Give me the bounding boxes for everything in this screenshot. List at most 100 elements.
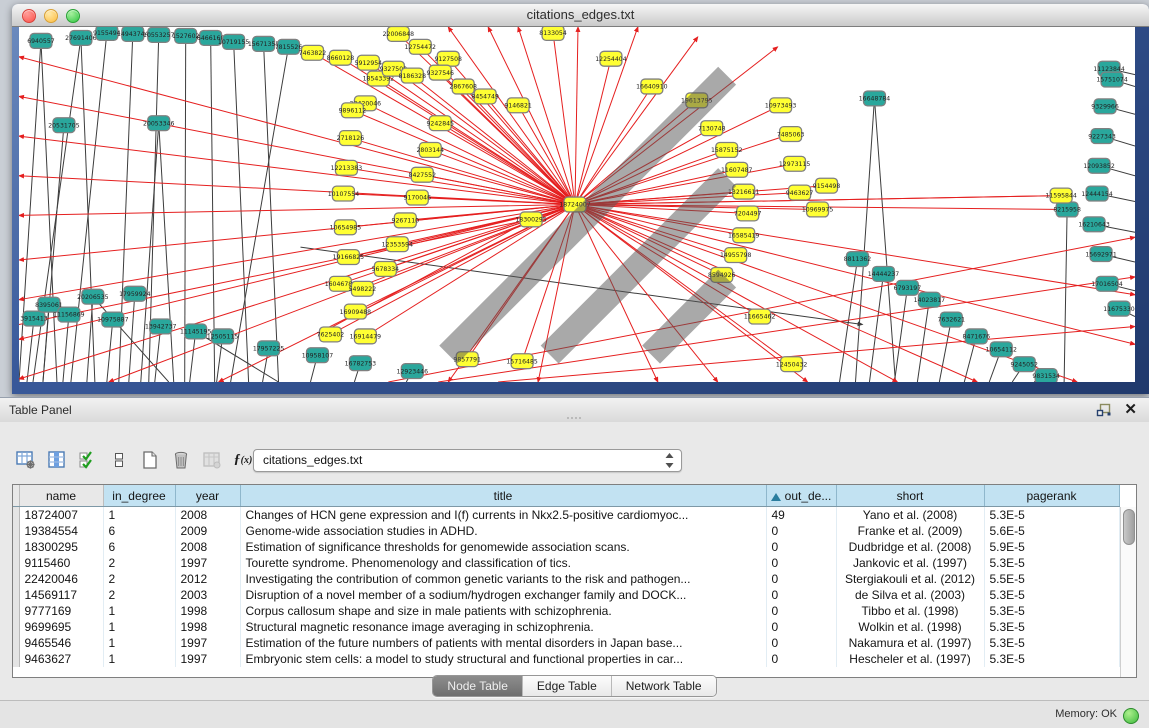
- cell[interactable]: 0: [766, 603, 836, 619]
- cell[interactable]: Franke et al. (2009): [836, 523, 984, 539]
- cell[interactable]: 2: [103, 571, 175, 587]
- node-table-grid[interactable]: namein_degreeyeartitleout_de...shortpage…: [13, 485, 1120, 667]
- cell[interactable]: 1998: [175, 619, 240, 635]
- cell[interactable]: 1: [103, 507, 175, 524]
- cell[interactable]: Investigating the contribution of common…: [240, 571, 766, 587]
- cell[interactable]: 1997: [175, 635, 240, 651]
- float-window-icon[interactable]: [1096, 403, 1112, 418]
- table-row[interactable]: 2242004622012Investigating the contribut…: [13, 571, 1119, 587]
- cell[interactable]: 0: [766, 635, 836, 651]
- delete-table-icon[interactable]: [171, 450, 191, 470]
- cell[interactable]: 6: [103, 523, 175, 539]
- table-row[interactable]: 946362711997Embryonic stem cells: a mode…: [13, 651, 1119, 667]
- cell[interactable]: Genome-wide association studies in ADHD.: [240, 523, 766, 539]
- tab-network-table[interactable]: Network Table: [612, 676, 716, 696]
- cell[interactable]: 19384554: [19, 523, 103, 539]
- cell[interactable]: 2012: [175, 571, 240, 587]
- import-table-icon[interactable]: [202, 450, 222, 470]
- resize-grip-icon[interactable]: [19, 27, 1133, 380]
- cell[interactable]: Changes of HCN gene expression and I(f) …: [240, 507, 766, 524]
- cell[interactable]: Embryonic stem cells: a model to study s…: [240, 651, 766, 667]
- cell[interactable]: 9777169: [19, 603, 103, 619]
- splitter-handle-icon[interactable]: [566, 416, 582, 420]
- cell[interactable]: Disruption of a novel member of a sodium…: [240, 587, 766, 603]
- cell[interactable]: Tibbo et al. (1998): [836, 603, 984, 619]
- tab-edge-table[interactable]: Edge Table: [523, 676, 612, 696]
- cell[interactable]: 5.9E-5: [984, 539, 1119, 555]
- cell[interactable]: Nakamura et al. (1997): [836, 635, 984, 651]
- cell[interactable]: Hescheler et al. (1997): [836, 651, 984, 667]
- cell[interactable]: 5.3E-5: [984, 555, 1119, 571]
- cell[interactable]: 9465546: [19, 635, 103, 651]
- column-header-in_degree[interactable]: in_degree: [103, 485, 175, 507]
- cell[interactable]: 1: [103, 603, 175, 619]
- function-builder-icon[interactable]: ƒ(x): [233, 450, 253, 470]
- cell[interactable]: 0: [766, 571, 836, 587]
- cell[interactable]: 1997: [175, 651, 240, 667]
- cell[interactable]: 9463627: [19, 651, 103, 667]
- tab-node-table[interactable]: Node Table: [433, 676, 523, 696]
- cell[interactable]: Dudbridge et al. (2008): [836, 539, 984, 555]
- cell[interactable]: 5.3E-5: [984, 507, 1119, 524]
- close-panel-icon[interactable]: ✕: [1124, 401, 1137, 419]
- cell[interactable]: 5.3E-5: [984, 587, 1119, 603]
- cell[interactable]: 1: [103, 651, 175, 667]
- cell[interactable]: 5.3E-5: [984, 651, 1119, 667]
- scrollbar-thumb[interactable]: [1123, 509, 1135, 545]
- cell[interactable]: Tourette syndrome. Phenomenology and cla…: [240, 555, 766, 571]
- table-row[interactable]: 1938455462009Genome-wide association stu…: [13, 523, 1119, 539]
- column-header-out_de[interactable]: out_de...: [766, 485, 836, 507]
- table-row[interactable]: 977716911998Corpus callosum shape and si…: [13, 603, 1119, 619]
- cell[interactable]: 2008: [175, 539, 240, 555]
- cell[interactable]: 5.6E-5: [984, 523, 1119, 539]
- vertical-scrollbar[interactable]: [1120, 507, 1136, 677]
- table-row[interactable]: 911546021997Tourette syndrome. Phenomeno…: [13, 555, 1119, 571]
- cell[interactable]: 5.3E-5: [984, 619, 1119, 635]
- column-visibility-icon[interactable]: [47, 450, 67, 470]
- table-source-dropdown[interactable]: citations_edges.txt: [253, 449, 682, 472]
- cell[interactable]: 2009: [175, 523, 240, 539]
- table-row[interactable]: 1830029562008Estimation of significance …: [13, 539, 1119, 555]
- cell[interactable]: Wolkin et al. (1998): [836, 619, 984, 635]
- select-all-icon[interactable]: [78, 450, 98, 470]
- cell[interactable]: 49: [766, 507, 836, 524]
- column-header-short[interactable]: short: [836, 485, 984, 507]
- cell[interactable]: 18724007: [19, 507, 103, 524]
- table-row[interactable]: 969969511998Structural magnetic resonanc…: [13, 619, 1119, 635]
- cell[interactable]: 1997: [175, 555, 240, 571]
- column-header-name[interactable]: name: [19, 485, 103, 507]
- cell[interactable]: 6: [103, 539, 175, 555]
- table-settings-icon[interactable]: [16, 450, 36, 470]
- cell[interactable]: 1: [103, 619, 175, 635]
- cell[interactable]: Jankovic et al. (1997): [836, 555, 984, 571]
- cell[interactable]: Estimation of significance thresholds fo…: [240, 539, 766, 555]
- new-table-icon[interactable]: [140, 450, 160, 470]
- column-header-year[interactable]: year: [175, 485, 240, 507]
- cell[interactable]: 22420046: [19, 571, 103, 587]
- column-header-title[interactable]: title: [240, 485, 766, 507]
- cell[interactable]: 2: [103, 555, 175, 571]
- cell[interactable]: Structural magnetic resonance image aver…: [240, 619, 766, 635]
- network-window-titlebar[interactable]: citations_edges.txt: [12, 4, 1149, 27]
- cell[interactable]: 5.3E-5: [984, 603, 1119, 619]
- cell[interactable]: Yano et al. (2008): [836, 507, 984, 524]
- table-row[interactable]: 1456911722003Disruption of a novel membe…: [13, 587, 1119, 603]
- column-header-pagerank[interactable]: pagerank: [984, 485, 1119, 507]
- cell[interactable]: de Silva et al. (2003): [836, 587, 984, 603]
- cell[interactable]: 9699695: [19, 619, 103, 635]
- cell[interactable]: 1998: [175, 603, 240, 619]
- cell[interactable]: 14569117: [19, 587, 103, 603]
- cell[interactable]: 0: [766, 619, 836, 635]
- rows-icon[interactable]: [109, 450, 129, 470]
- memory-status-dot[interactable]: [1123, 708, 1139, 724]
- cell[interactable]: 2003: [175, 587, 240, 603]
- cell[interactable]: Stergiakouli et al. (2012): [836, 571, 984, 587]
- cell[interactable]: 0: [766, 555, 836, 571]
- cell[interactable]: 0: [766, 587, 836, 603]
- cell[interactable]: 5.3E-5: [984, 635, 1119, 651]
- cell[interactable]: 2: [103, 587, 175, 603]
- table-row[interactable]: 946554611997Estimation of the future num…: [13, 635, 1119, 651]
- cell[interactable]: 18300295: [19, 539, 103, 555]
- cell[interactable]: 0: [766, 651, 836, 667]
- network-canvas[interactable]: 6940557276914069155494149437441055325715…: [19, 27, 1135, 382]
